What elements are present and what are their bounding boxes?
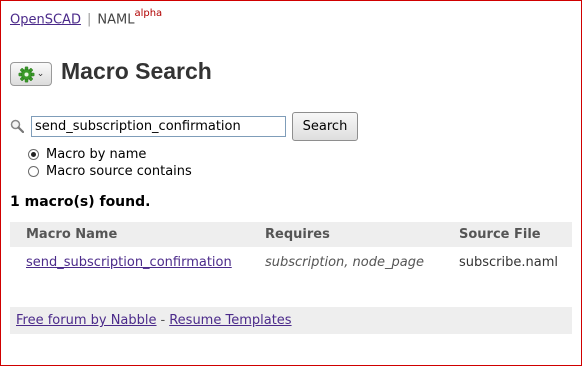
page-frame: OpenSCAD | NAMLalpha ⌄ Macro Search Search: [0, 0, 582, 366]
footer-separator: -: [160, 313, 166, 328]
top-nav: OpenSCAD | NAMLalpha: [10, 8, 163, 28]
footer-links: Free forum by Nabble - Resume Templates: [16, 313, 292, 328]
nabble-forum-link[interactable]: Free forum by Nabble: [16, 313, 157, 328]
column-header-requires: Requires: [265, 227, 330, 242]
page-title: Macro Search: [61, 58, 212, 84]
option-macro-source-contains[interactable]: Macro source contains: [28, 164, 192, 179]
radio-selected-dot: [31, 152, 36, 157]
openscad-home-link[interactable]: OpenSCAD: [10, 12, 81, 27]
macro-source-file: subscribe.naml: [459, 255, 559, 270]
table-row: send_subscription_confirmation subscript…: [10, 250, 572, 275]
resume-templates-link[interactable]: Resume Templates: [169, 313, 291, 328]
macro-menu-button[interactable]: ⌄: [10, 62, 52, 86]
search-button[interactable]: Search: [292, 112, 358, 141]
results-table-header: Macro Name Requires Source File: [10, 222, 572, 247]
naml-label: NAML: [97, 12, 135, 28]
option-label-macro-by-name: Macro by name: [46, 147, 147, 162]
macro-requires: subscription, node_page: [265, 255, 424, 270]
chevron-down-icon: ⌄: [36, 68, 45, 79]
nav-separator: |: [86, 12, 92, 28]
radio-macro-by-name[interactable]: [28, 149, 39, 160]
radio-macro-source-contains[interactable]: [28, 166, 39, 177]
option-macro-by-name[interactable]: Macro by name: [28, 147, 146, 162]
column-header-source-file: Source File: [459, 227, 541, 242]
footer: Free forum by Nabble - Resume Templates: [10, 307, 572, 334]
macro-name-link[interactable]: send_subscription_confirmation: [26, 255, 232, 270]
search-input[interactable]: [31, 116, 286, 137]
search-icon: [10, 119, 24, 133]
gear-icon: [18, 66, 35, 82]
column-header-macro-name: Macro Name: [26, 227, 118, 242]
alpha-badge: alpha: [134, 8, 163, 19]
results-summary: 1 macro(s) found.: [10, 194, 151, 210]
option-label-macro-source-contains: Macro source contains: [46, 164, 192, 179]
